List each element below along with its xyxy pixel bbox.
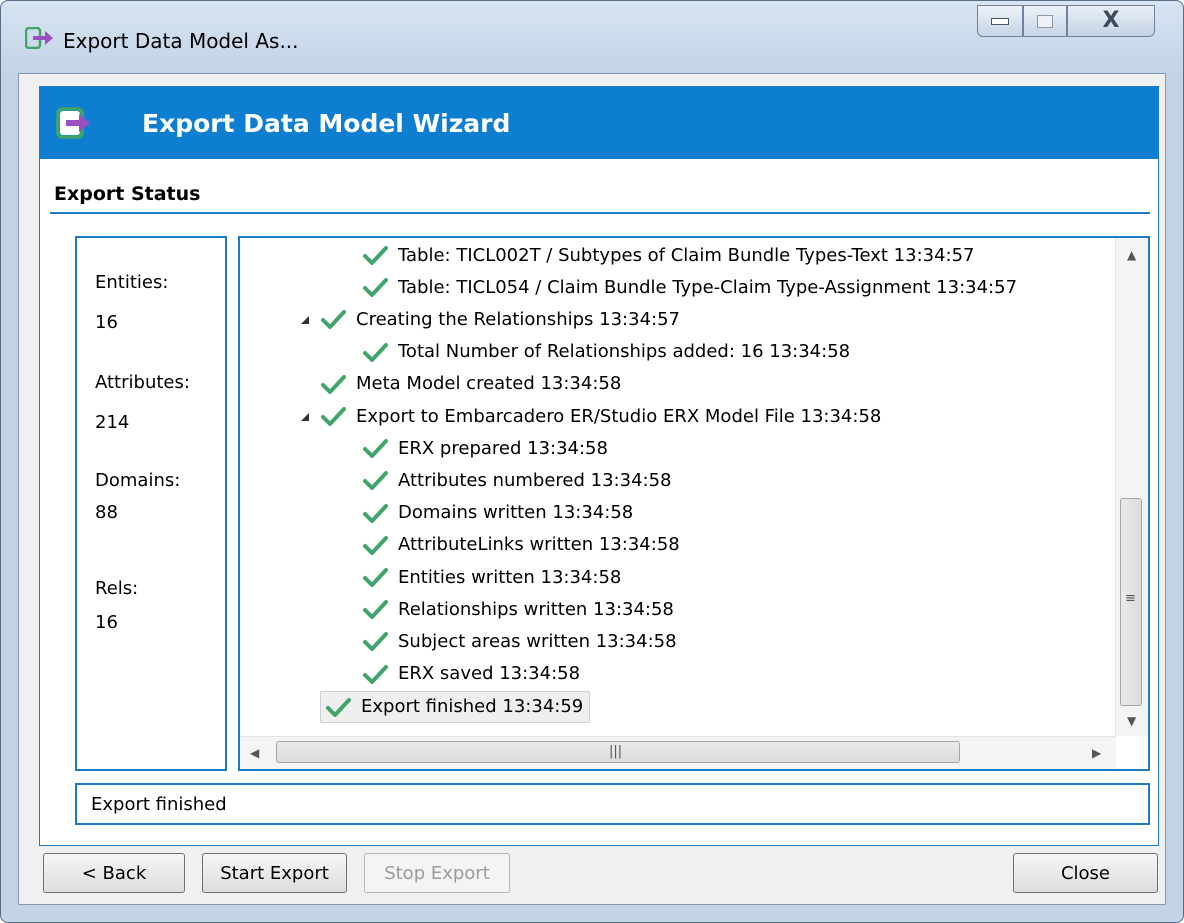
- log-row-text: Meta Model created 13:34:58: [356, 373, 622, 395]
- log-row[interactable]: ERX saved 13:34:58: [362, 659, 580, 689]
- maximize-icon: [1037, 14, 1053, 28]
- log-row-text: Domains written 13:34:58: [398, 502, 634, 524]
- status-text: Export finished: [91, 794, 227, 815]
- export-log-tree[interactable]: Table: TICL002T / Subtypes of Claim Bund…: [238, 236, 1150, 771]
- log-row[interactable]: Table: TICL054 / Claim Bundle Type-Claim…: [362, 272, 1017, 302]
- scroll-up-icon[interactable]: ▲: [1127, 248, 1136, 262]
- status-bar: Export finished: [75, 783, 1150, 825]
- wizard-panel: Export Data Model Wizard Export Status E…: [39, 86, 1159, 846]
- checkmark-icon: [363, 278, 388, 298]
- minimize-button[interactable]: [977, 5, 1023, 37]
- log-row[interactable]: Subject areas written 13:34:58: [362, 626, 677, 656]
- close-window-button[interactable]: X: [1067, 5, 1155, 37]
- checkmark-icon: [363, 471, 388, 491]
- log-row-text: Relationships written 13:34:58: [398, 598, 674, 620]
- log-row[interactable]: Entities written 13:34:58: [362, 562, 621, 592]
- checkmark-icon: [363, 664, 388, 684]
- export-arrow-icon: [56, 107, 90, 139]
- stats-panel: Entities: 16 Attributes: 214 Domains: 88…: [75, 236, 227, 771]
- export-arrow-icon: [25, 27, 53, 49]
- checkmark-icon: [326, 697, 351, 717]
- wizard-title: Export Data Model Wizard: [142, 109, 511, 138]
- log-row[interactable]: Total Number of Relationships added: 16 …: [362, 337, 850, 367]
- section-title: Export Status: [54, 183, 201, 205]
- grip-icon: |||: [609, 744, 623, 759]
- log-row-text: Export to Embarcadero ER/Studio ERX Mode…: [356, 405, 882, 427]
- log-row-text: Export finished 13:34:59: [361, 696, 584, 718]
- log-row-text: ERX saved 13:34:58: [398, 663, 581, 685]
- checkmark-icon: [363, 535, 388, 555]
- back-button[interactable]: < Back: [43, 853, 185, 893]
- stat-entities-value: 16: [95, 312, 118, 333]
- stat-domains-label: Domains:: [95, 470, 181, 491]
- log-row[interactable]: Export finished 13:34:59: [320, 690, 591, 723]
- log-row[interactable]: Export to Embarcadero ER/Studio ERX Mode…: [298, 401, 881, 431]
- collapse-arrow-icon[interactable]: [298, 313, 310, 325]
- log-row-text: Subject areas written 13:34:58: [398, 630, 677, 652]
- log-row-text: Entities written 13:34:58: [398, 566, 622, 588]
- stop-export-button[interactable]: Stop Export: [364, 853, 510, 893]
- checkmark-icon: [321, 407, 346, 426]
- log-row-text: ERX prepared 13:34:58: [398, 437, 608, 459]
- window-title: Export Data Model As...: [63, 29, 299, 53]
- collapse-arrow-icon[interactable]: [298, 410, 310, 422]
- vertical-scroll-thumb[interactable]: ≡: [1120, 498, 1142, 706]
- dialog-client-area: Export Data Model Wizard Export Status E…: [18, 73, 1166, 905]
- log-row[interactable]: Relationships written 13:34:58: [362, 594, 674, 624]
- stat-attributes-label: Attributes:: [95, 372, 190, 393]
- start-export-button[interactable]: Start Export: [202, 853, 347, 893]
- wizard-banner: Export Data Model Wizard: [40, 87, 1158, 159]
- checkmark-icon: [321, 310, 346, 330]
- close-button[interactable]: Close: [1013, 853, 1158, 893]
- log-row-text: Table: TICL054 / Claim Bundle Type-Claim…: [398, 276, 1018, 298]
- horizontal-scroll-thumb[interactable]: |||: [276, 741, 960, 763]
- log-row[interactable]: Creating the Relationships 13:34:57: [298, 304, 680, 334]
- stat-attributes-value: 214: [95, 412, 130, 433]
- minimize-icon: [991, 17, 1009, 25]
- checkmark-icon: [363, 503, 388, 523]
- log-row[interactable]: Meta Model created 13:34:58: [320, 369, 621, 399]
- log-row-text: Attributes numbered 13:34:58: [398, 469, 672, 491]
- log-row[interactable]: ERX prepared 13:34:58: [362, 433, 608, 463]
- maximize-button[interactable]: [1023, 5, 1067, 37]
- stat-entities-label: Entities:: [95, 272, 169, 293]
- stat-rels-label: Rels:: [95, 578, 139, 599]
- horizontal-scrollbar[interactable]: ◀ ||| ▶: [240, 736, 1116, 769]
- scroll-left-icon[interactable]: ◀: [250, 746, 259, 760]
- log-row[interactable]: Table: TICL002T / Subtypes of Claim Bund…: [362, 240, 975, 270]
- section-divider: [50, 212, 1150, 214]
- title-bar[interactable]: Export Data Model As... X: [1, 1, 1183, 73]
- grip-icon: ≡: [1125, 591, 1136, 606]
- checkmark-icon: [363, 342, 388, 362]
- export-window: Export Data Model As... X Export Data Mo…: [0, 0, 1184, 923]
- log-row[interactable]: Domains written 13:34:58: [362, 498, 633, 528]
- scroll-right-icon[interactable]: ▶: [1092, 746, 1101, 760]
- vertical-scrollbar[interactable]: ▲ ≡ ▼: [1115, 238, 1148, 736]
- scroll-down-icon[interactable]: ▼: [1127, 714, 1136, 728]
- checkmark-icon: [363, 632, 388, 652]
- stat-rels-value: 16: [95, 612, 118, 633]
- log-row-text: Table: TICL002T / Subtypes of Claim Bund…: [398, 244, 975, 266]
- checkmark-icon: [363, 439, 388, 459]
- checkmark-icon: [363, 246, 388, 265]
- stat-domains-value: 88: [95, 502, 118, 523]
- checkmark-icon: [321, 374, 346, 394]
- log-row[interactable]: Attributes numbered 13:34:58: [362, 465, 672, 495]
- close-icon: X: [1102, 8, 1120, 33]
- log-row-text: Total Number of Relationships added: 16 …: [398, 341, 851, 363]
- log-row-text: Creating the Relationships 13:34:57: [356, 308, 680, 330]
- checkmark-icon: [363, 568, 388, 587]
- log-row[interactable]: AttributeLinks written 13:34:58: [362, 530, 680, 560]
- log-row-text: AttributeLinks written 13:34:58: [398, 534, 680, 556]
- checkmark-icon: [363, 600, 388, 620]
